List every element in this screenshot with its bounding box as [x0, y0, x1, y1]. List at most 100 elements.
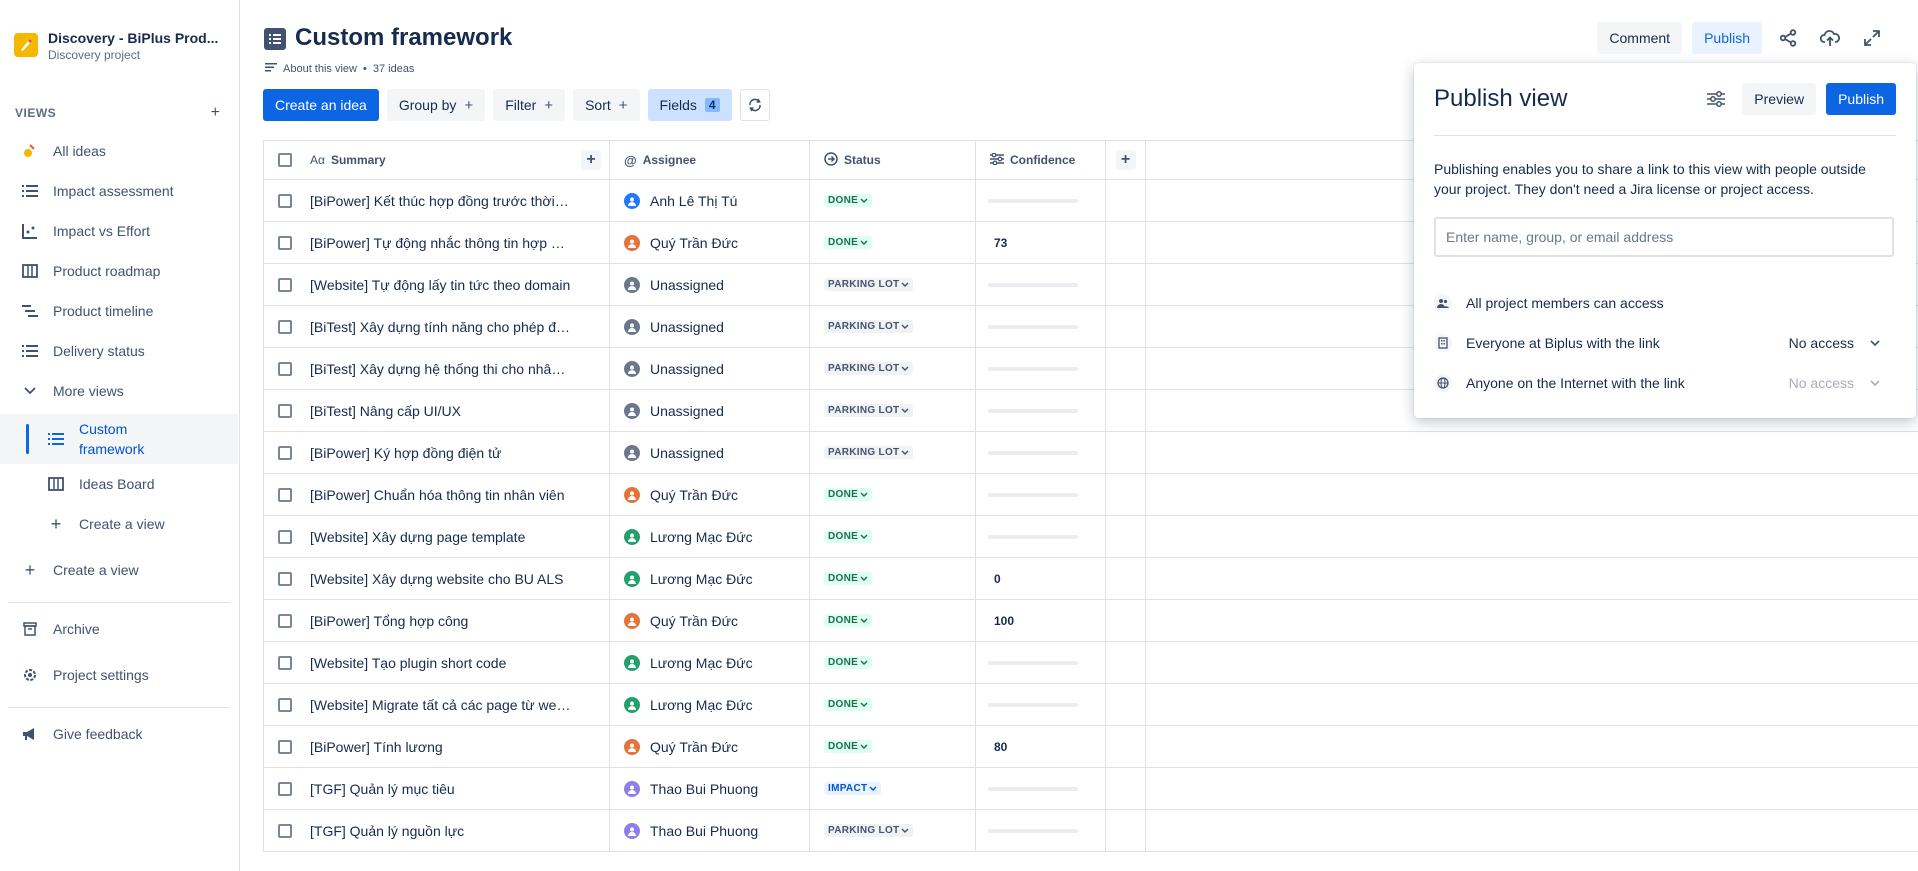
assignee-cell[interactable]: Lương Mạc Đức: [610, 642, 810, 683]
status-cell[interactable]: DONE: [810, 474, 976, 515]
row-checkbox[interactable]: [278, 739, 292, 754]
summary-cell[interactable]: [Website] Tạo plugin short code: [306, 642, 610, 683]
summary-cell[interactable]: [BiTest] Xây dựng hệ thống thi cho nhân …: [306, 348, 610, 389]
status-badge[interactable]: DONE: [824, 194, 873, 207]
status-badge[interactable]: PARKING LOT: [824, 404, 914, 417]
summary-cell[interactable]: [Website] Xây dựng website cho BU ALS: [306, 558, 610, 599]
row-checkbox[interactable]: [278, 613, 292, 628]
status-cell[interactable]: DONE: [810, 222, 976, 263]
auto-refresh-icon[interactable]: [739, 89, 770, 121]
row-checkbox[interactable]: [278, 655, 292, 670]
status-header[interactable]: Status: [810, 141, 976, 179]
assignee-cell[interactable]: Unassigned: [610, 264, 810, 305]
sidebar-item-product-roadmap[interactable]: Product roadmap: [0, 253, 238, 289]
select-all-checkbox[interactable]: [278, 153, 292, 167]
summary-cell[interactable]: [BiPower] Ký hợp đồng điện tử: [306, 432, 610, 473]
expand-icon[interactable]: [1856, 22, 1888, 54]
preview-button[interactable]: Preview: [1742, 83, 1817, 115]
status-cell[interactable]: PARKING LOT: [810, 432, 976, 473]
row-checkbox[interactable]: [278, 529, 292, 544]
confidence-cell[interactable]: [976, 306, 1106, 347]
summary-cell[interactable]: [Website] Tự động lấy tin tức theo domai…: [306, 264, 610, 305]
confidence-cell[interactable]: [976, 642, 1106, 683]
sidebar-item-product-timeline[interactable]: Product timeline: [0, 293, 238, 329]
confidence-cell[interactable]: [976, 390, 1106, 431]
summary-cell[interactable]: [BiTest] Xây dựng tính năng cho phép đán…: [306, 306, 610, 347]
confidence-header[interactable]: Confidence: [976, 141, 1106, 179]
summary-cell[interactable]: [BiPower] Tự động nhắc thông tin hợp đồn…: [306, 222, 610, 263]
about-link[interactable]: About this view: [283, 63, 357, 75]
row-checkbox[interactable]: [278, 277, 292, 292]
status-cell[interactable]: DONE: [810, 180, 976, 221]
settings-sliders-icon[interactable]: [1700, 83, 1732, 115]
confidence-cell[interactable]: [976, 180, 1106, 221]
status-badge[interactable]: PARKING LOT: [824, 320, 914, 333]
status-badge[interactable]: DONE: [824, 740, 873, 753]
table-row[interactable]: [TGF] Quản lý mục tiêu Thao Bui Phuong I…: [264, 768, 1918, 810]
sidebar-item-all-ideas[interactable]: All ideas: [0, 133, 238, 169]
status-cell[interactable]: PARKING LOT: [810, 306, 976, 347]
assignee-cell[interactable]: Unassigned: [610, 432, 810, 473]
confidence-cell[interactable]: [976, 684, 1106, 725]
summary-cell[interactable]: [BiPower] Chuẩn hóa thông tin nhân viên: [306, 474, 610, 515]
row-checkbox[interactable]: [278, 445, 292, 460]
confidence-cell[interactable]: [976, 810, 1106, 851]
status-badge[interactable]: PARKING LOT: [824, 446, 914, 459]
sidebar-item-impact-assessment[interactable]: Impact assessment: [0, 173, 238, 209]
summary-cell[interactable]: [Website] Migrate tất cả các page từ web…: [306, 684, 610, 725]
row-checkbox[interactable]: [278, 235, 292, 250]
summary-cell[interactable]: [BiTest] Nâng cấp UI/UX: [306, 390, 610, 431]
sidebar-item-archive[interactable]: Archive: [0, 611, 238, 647]
assignee-cell[interactable]: Thao Bui Phuong: [610, 810, 810, 851]
confidence-cell[interactable]: [976, 474, 1106, 515]
assignee-cell[interactable]: Quý Trần Đức: [610, 600, 810, 641]
table-row[interactable]: [BiPower] Tính lương Quý Trần Đức DONE 8…: [264, 726, 1918, 768]
summary-cell[interactable]: [BiPower] Tổng hợp công: [306, 600, 610, 641]
about-view[interactable]: About this view • 37 ideas: [265, 62, 414, 75]
row-checkbox[interactable]: [278, 823, 292, 838]
table-row[interactable]: [BiPower] Tổng hợp công Quý Trần Đức DON…: [264, 600, 1918, 642]
status-badge[interactable]: DONE: [824, 656, 873, 669]
assignee-cell[interactable]: Quý Trần Đức: [610, 222, 810, 263]
assignee-header[interactable]: @ Assignee: [610, 141, 810, 179]
confidence-cell[interactable]: 100: [976, 600, 1106, 641]
row-checkbox[interactable]: [278, 571, 292, 586]
confidence-cell[interactable]: 80: [976, 726, 1106, 767]
sort-button[interactable]: Sort +: [573, 89, 640, 121]
add-field-icon[interactable]: +: [1115, 150, 1136, 170]
internet-access-select[interactable]: No access: [1789, 375, 1894, 391]
sidebar-item-custom-framework[interactable]: Custom framework: [0, 414, 238, 464]
sidebar-item-give-feedback[interactable]: Give feedback: [0, 716, 238, 752]
status-badge[interactable]: PARKING LOT: [824, 824, 914, 837]
status-cell[interactable]: DONE: [810, 516, 976, 557]
row-checkbox[interactable]: [278, 361, 292, 376]
sidebar-item-project-settings[interactable]: Project settings: [0, 657, 238, 693]
project-header[interactable]: Discovery - BiPlus Prod... Discovery pro…: [14, 30, 218, 62]
assignee-cell[interactable]: Unassigned: [610, 348, 810, 389]
comment-button[interactable]: Comment: [1597, 22, 1683, 54]
row-checkbox[interactable]: [278, 487, 292, 502]
confidence-cell[interactable]: [976, 348, 1106, 389]
status-cell[interactable]: DONE: [810, 642, 976, 683]
status-cell[interactable]: PARKING LOT: [810, 810, 976, 851]
assignee-cell[interactable]: Unassigned: [610, 390, 810, 431]
confidence-cell[interactable]: 73: [976, 222, 1106, 263]
status-badge[interactable]: PARKING LOT: [824, 362, 914, 375]
table-row[interactable]: [Website] Tạo plugin short code Lương Mạ…: [264, 642, 1918, 684]
summary-cell[interactable]: [BiPower] Tính lương: [306, 726, 610, 767]
table-row[interactable]: [TGF] Quản lý nguồn lực Thao Bui Phuong …: [264, 810, 1918, 852]
confidence-cell[interactable]: 0: [976, 558, 1106, 599]
share-icon[interactable]: [1772, 22, 1804, 54]
status-badge[interactable]: DONE: [824, 488, 873, 501]
status-cell[interactable]: DONE: [810, 684, 976, 725]
confidence-cell[interactable]: [976, 768, 1106, 809]
add-view-icon[interactable]: +: [211, 104, 220, 122]
status-cell[interactable]: PARKING LOT: [810, 390, 976, 431]
summary-cell[interactable]: [TGF] Quản lý nguồn lực: [306, 810, 610, 851]
status-badge[interactable]: DONE: [824, 614, 873, 627]
row-checkbox[interactable]: [278, 781, 292, 796]
row-checkbox[interactable]: [278, 193, 292, 208]
assignee-cell[interactable]: Anh Lê Thị Tú: [610, 180, 810, 221]
status-cell[interactable]: PARKING LOT: [810, 348, 976, 389]
confidence-cell[interactable]: [976, 432, 1106, 473]
